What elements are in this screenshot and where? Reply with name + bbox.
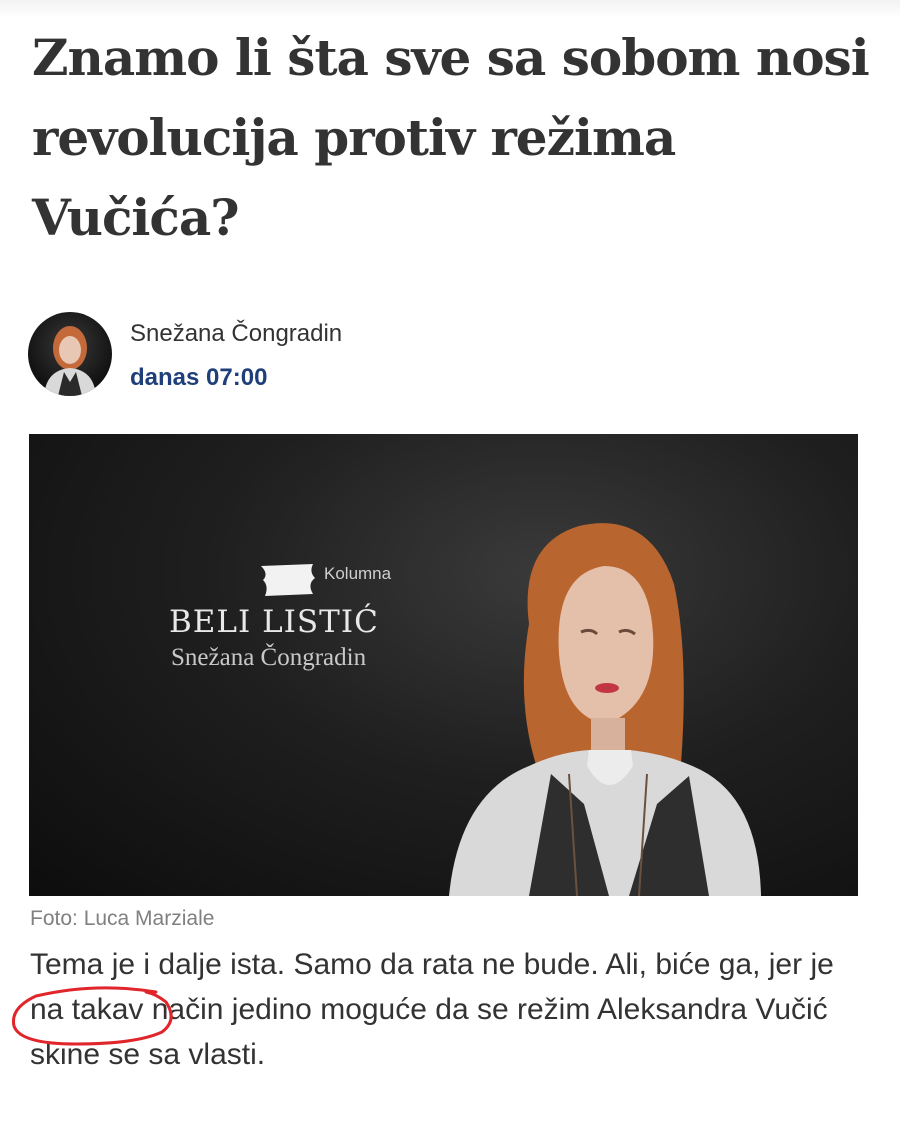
column-title: BELI LISTIĆ — [169, 604, 379, 640]
article-lead-paragraph: Tema je i dalje ista. Samo da rata ne bu… — [30, 948, 834, 1071]
paper-ballot-icon — [261, 564, 315, 596]
column-logo: Kolumna BELI LISTIĆ Snežana Čongradin — [169, 552, 429, 672]
article-headline: Znamo li šta sve sa sobom nosi revolucij… — [32, 28, 870, 247]
author-portrait-icon — [44, 326, 96, 396]
author-avatar[interactable] — [28, 312, 112, 396]
column-author: Snežana Čongradin — [171, 644, 367, 671]
article-page: Znamo li šta sve sa sobom nosi revolucij… — [0, 0, 900, 1148]
author-byline: Snežana Čongradin danas 07:00 — [28, 310, 528, 400]
column-kicker: Kolumna — [324, 564, 392, 583]
columnist-portrait — [449, 523, 761, 896]
author-name[interactable]: Snežana Čongradin — [130, 320, 342, 348]
photo-caption: Foto: Luca Marziale — [30, 907, 215, 930]
publish-date: danas 07:00 — [130, 364, 268, 391]
hero-image: Kolumna BELI LISTIĆ Snežana Čongradin — [29, 434, 858, 896]
